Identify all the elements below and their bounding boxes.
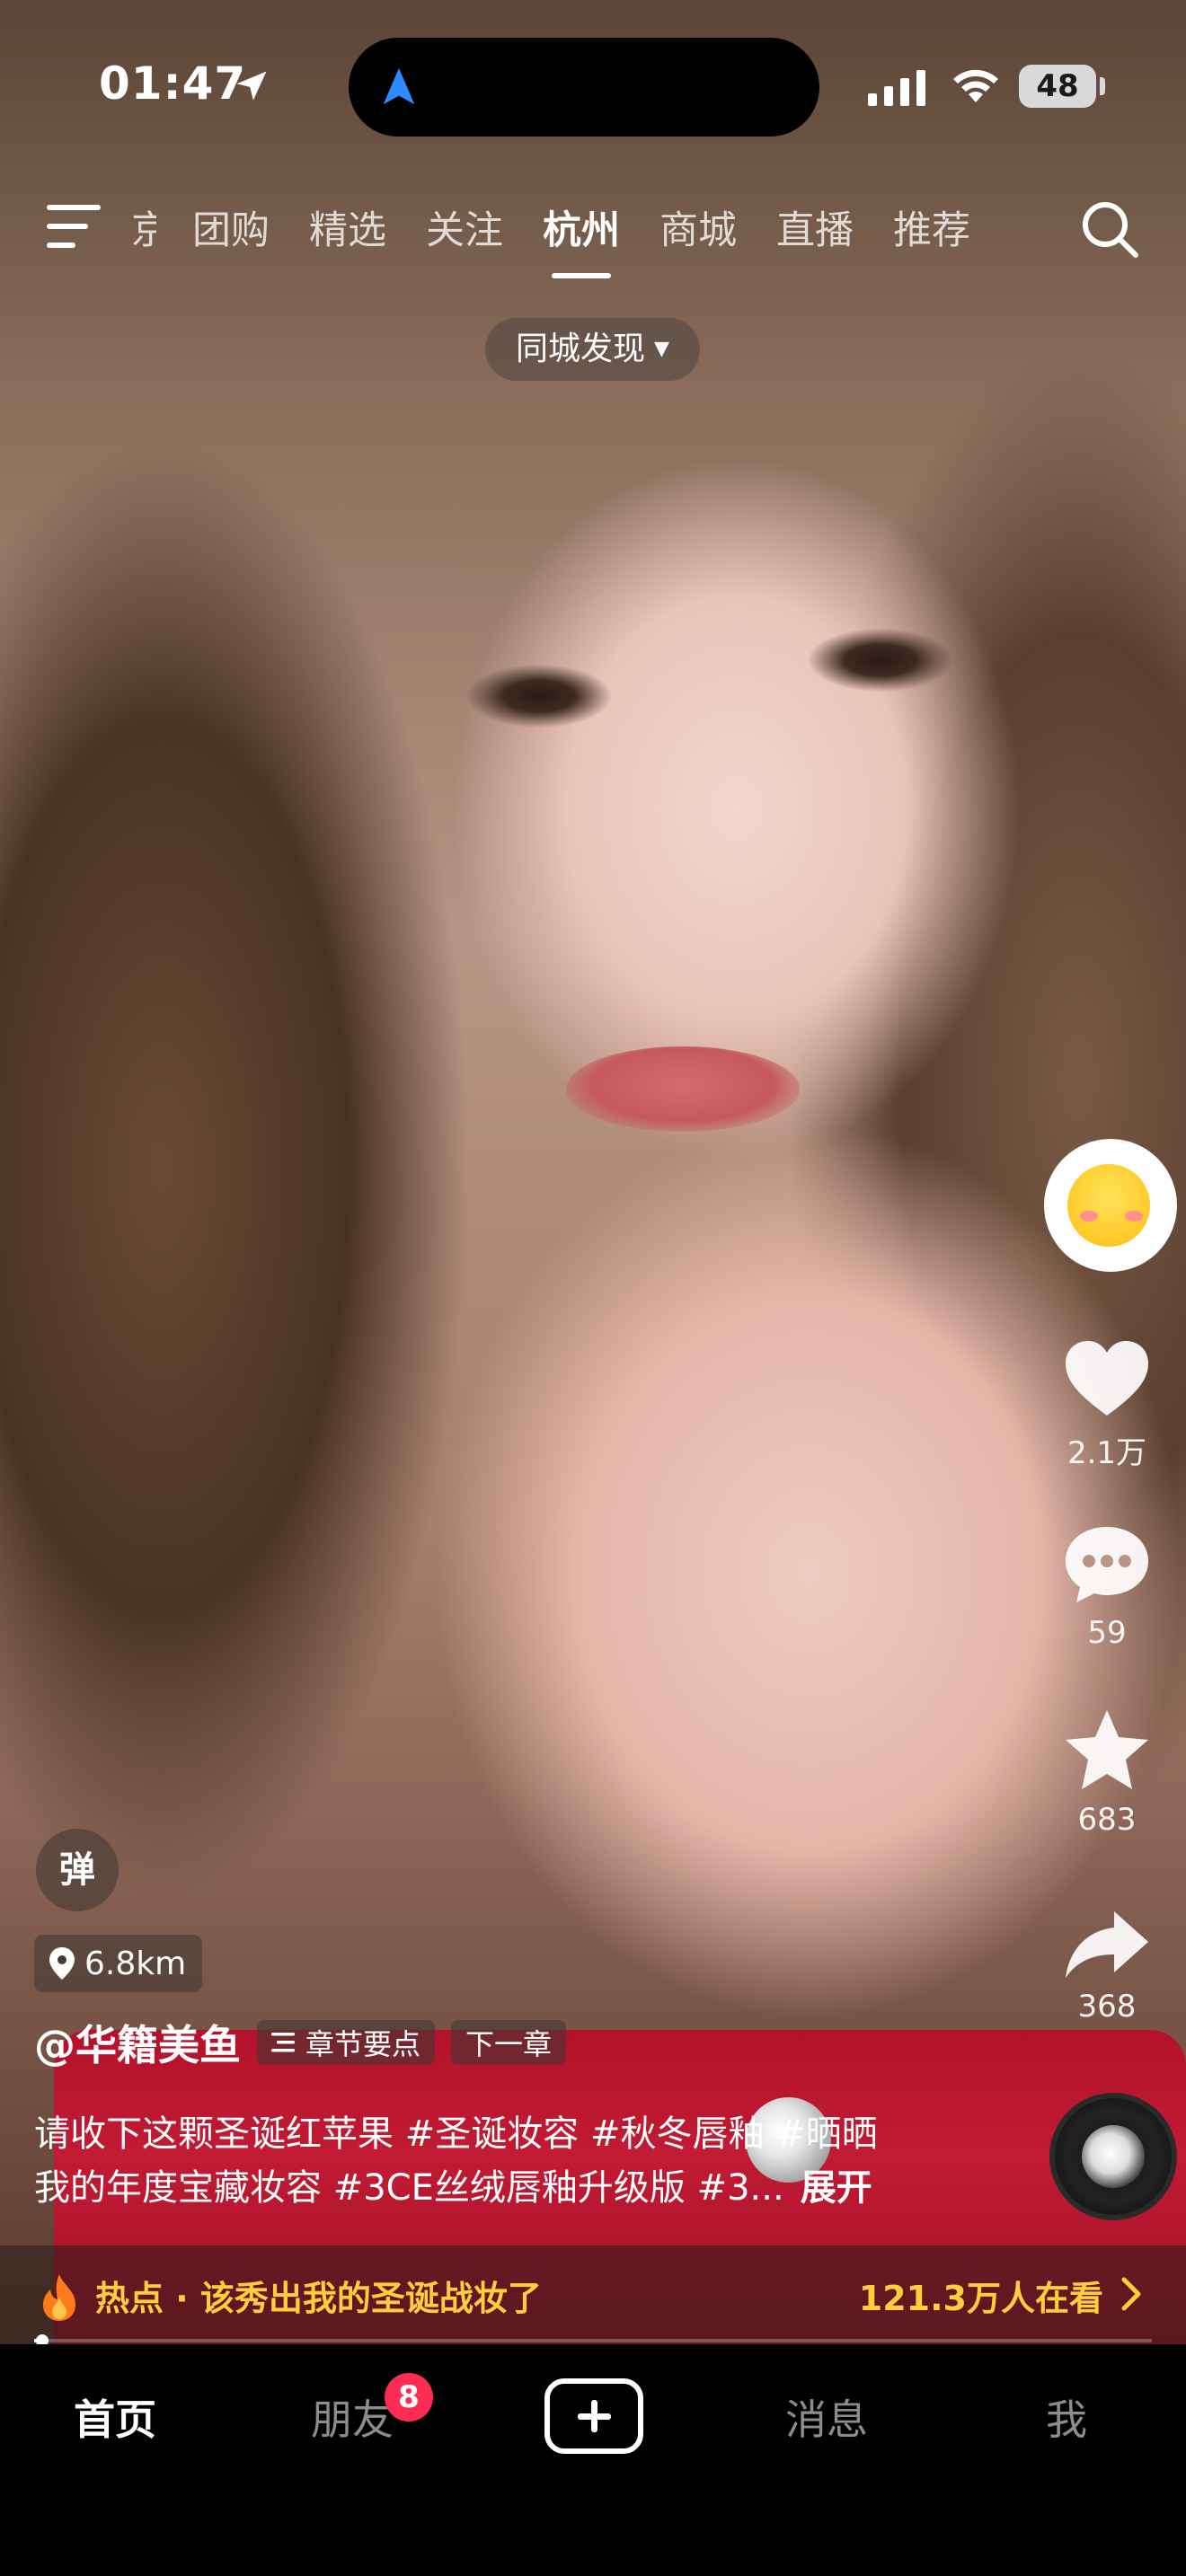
nav-home[interactable]: 首页 xyxy=(74,2387,156,2447)
location-tag[interactable]: 6.8km xyxy=(34,1935,203,1992)
location-arrow-icon xyxy=(236,71,267,101)
comment-button[interactable]: 59 xyxy=(1044,1523,1170,1651)
create-post-button[interactable] xyxy=(544,2378,643,2454)
signal-icon xyxy=(868,70,925,106)
home-indicator xyxy=(395,2549,791,2560)
description-line-2: 我的年度宝藏妆容 #3CE丝绒唇釉升级版 #3... xyxy=(34,2167,784,2209)
navigation-icon xyxy=(383,67,415,105)
share-arrow-icon xyxy=(1066,1911,1148,1978)
avatar-emoji xyxy=(1067,1164,1150,1247)
comment-count: 59 xyxy=(1087,1615,1127,1651)
plus-icon xyxy=(578,2400,611,2432)
flame-icon xyxy=(43,2274,75,2321)
wifi-icon xyxy=(953,69,998,102)
hot-topic-text: 热点 · 该秀出我的圣诞战妆了 xyxy=(95,2279,542,2318)
tab-live[interactable]: 直播 xyxy=(776,199,854,255)
tab-group-buy[interactable]: 团购 xyxy=(192,199,270,255)
chapter-points-label: 章节要点 xyxy=(305,2027,421,2061)
list-icon xyxy=(271,2033,295,2052)
location-pin-icon xyxy=(49,1947,75,1980)
like-count: 2.1万 xyxy=(1067,1435,1147,1471)
avatar-detail xyxy=(1125,1211,1143,1222)
battery-icon: 48 xyxy=(1019,65,1096,108)
expand-link[interactable]: 展开 xyxy=(801,2167,872,2209)
star-icon xyxy=(1066,1710,1148,1789)
comment-icon xyxy=(1066,1527,1148,1602)
music-disc-cover xyxy=(1082,2125,1145,2188)
tab-recommend[interactable]: 推荐 xyxy=(893,199,970,255)
status-time: 01:47 xyxy=(99,57,247,110)
friends-badge: 8 xyxy=(385,2373,433,2422)
creator-avatar[interactable] xyxy=(1044,1139,1177,1272)
chapter-points-button[interactable]: 章节要点 xyxy=(257,2020,436,2065)
dynamic-island xyxy=(349,38,819,137)
menu-icon[interactable] xyxy=(47,203,104,250)
nav-me[interactable]: 我 xyxy=(1046,2387,1087,2447)
share-count: 368 xyxy=(1077,1989,1137,2025)
tab-partial[interactable]: 京 xyxy=(131,199,156,255)
like-button[interactable]: 2.1万 xyxy=(1044,1338,1170,1472)
hot-topic-banner[interactable]: 热点 · 该秀出我的圣诞战妆了 121.3万人在看 xyxy=(0,2245,1186,2344)
hot-topic-viewers: 121.3万人在看 xyxy=(858,2279,1103,2318)
nav-friends[interactable]: 朋友 xyxy=(311,2387,394,2447)
nav-messages[interactable]: 消息 xyxy=(785,2387,868,2447)
tab-hangzhou[interactable]: 杭州 xyxy=(543,199,620,278)
city-discover-button[interactable]: 同城发现 ▼ xyxy=(485,318,700,381)
tab-featured[interactable]: 精选 xyxy=(309,199,386,255)
video-detail xyxy=(809,629,952,692)
distance-label: 6.8km xyxy=(84,1945,187,1982)
next-chapter-label: 下一章 xyxy=(465,2027,553,2061)
tab-mall[interactable]: 商城 xyxy=(659,199,737,255)
top-tab-bar: 京 团购 精选 关注 杭州 商城 直播 推荐 xyxy=(131,196,1010,278)
tab-following[interactable]: 关注 xyxy=(426,199,503,255)
music-disc-icon[interactable] xyxy=(1049,2093,1177,2220)
danmaku-toggle[interactable]: 弹 xyxy=(36,1829,119,1911)
chevron-right-icon xyxy=(1121,2277,1141,2311)
avatar-detail xyxy=(1080,1211,1098,1222)
video-detail xyxy=(467,665,611,728)
playback-progress-bar[interactable] xyxy=(34,2334,1152,2347)
video-detail xyxy=(566,1046,800,1132)
next-chapter-button[interactable]: 下一章 xyxy=(451,2020,567,2065)
description-line-1: 请收下这颗圣诞红苹果 #圣诞妆容 #秋冬唇釉 #晒晒 xyxy=(34,2113,878,2155)
city-discover-label: 同城发现 xyxy=(516,331,646,367)
favorite-count: 683 xyxy=(1077,1802,1137,1838)
search-icon[interactable] xyxy=(1078,198,1141,260)
author-row: @华籍美鱼 章节要点 下一章 xyxy=(34,2013,567,2072)
video-description[interactable]: 请收下这颗圣诞红苹果 #圣诞妆容 #秋冬唇釉 #晒晒 我的年度宝藏妆容 #3CE… xyxy=(34,2107,969,2215)
author-name[interactable]: @华籍美鱼 xyxy=(34,2013,241,2072)
favorite-button[interactable]: 683 xyxy=(1044,1707,1170,1838)
caret-down-icon: ▼ xyxy=(654,338,669,360)
heart-icon xyxy=(1066,1341,1148,1416)
battery-tip xyxy=(1100,77,1105,95)
share-button[interactable]: 368 xyxy=(1044,1908,1170,2025)
